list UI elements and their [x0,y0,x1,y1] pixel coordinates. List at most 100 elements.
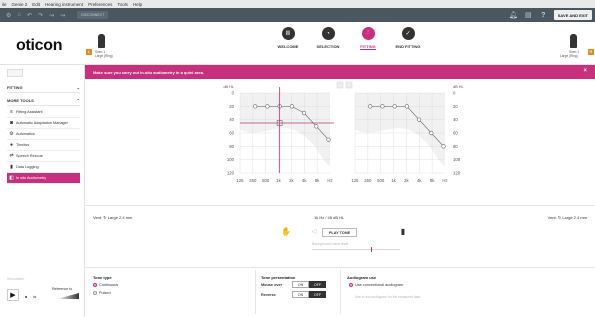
scroll-right-button [345,81,353,89]
ear-icon[interactable]: ✋ [281,226,291,236]
header: oticon L Siren 1 Large (Ring) Ⅲ WELCOME … [0,22,595,65]
right-device-tag: R [588,49,594,55]
selection-icon: ◔ [321,27,335,40]
mouse-over-off-button[interactable]: OFF [309,281,326,288]
end-fitting-icon: ✓ [401,27,415,40]
x-tick-label: 8k [315,178,320,183]
sidebar-item-label: Automatic Adaptation Manager [16,121,68,125]
stop-icon[interactable]: ■ [25,294,27,299]
play-tone-button[interactable]: PLAY TONE [322,228,357,237]
mouse-over-label: Mouse over [261,282,283,287]
arrow-alt-icon[interactable]: ↝ [60,12,65,19]
menu-edit[interactable]: Edit [32,2,40,7]
threshold-point [441,144,446,149]
unit-label: dB HL [453,85,464,89]
menu-file[interactable]: ile [2,2,7,7]
background-noise-slider[interactable] [312,249,400,250]
x-tick-label: 500 [262,178,270,183]
settings-panel: Tone type Continuous Pulsed Tone present… [85,267,595,317]
background-noise-handle[interactable] [371,247,372,252]
home-icon[interactable]: ⌂ [17,12,21,19]
sidebar-search-input[interactable] [7,69,23,77]
use-conventional-audiogram-radio[interactable]: Use conventional audiogram [349,283,403,287]
sidebar-section-more-tools[interactable]: MORE TOOLS ⌃ [7,95,80,106]
mouse-over-on-button[interactable]: ON [292,281,309,288]
y-tick-label: 40 [453,117,458,122]
menu-tools[interactable]: Tools [117,2,128,7]
disconnect-button[interactable]: DISCONNECT [77,11,109,19]
menu-genie[interactable]: Genie 2 [12,2,28,7]
document-icon[interactable]: ▤ [524,11,533,19]
threshold-point [265,104,270,109]
play-button[interactable]: ▶ [7,289,19,301]
threshold-point [253,104,258,109]
stimulation-placeholder: Stimulation [7,277,25,281]
y-tick-label: 0 [453,91,456,96]
y-tick-label: 80 [229,144,234,149]
hearing-aid-icon[interactable]: ▮ [398,226,408,236]
sidebar-item-data-logging[interactable]: ▮ Data Logging [7,162,80,173]
audiogram-right: 0 20 40 60 80 100 120 dB HL 125 250 500 1k 2k 4k 8k Hz [351,85,463,183]
tone-type-title: Tone type [93,275,112,280]
nav-welcome[interactable]: Ⅲ WELCOME [273,27,303,50]
y-tick-label: 100 [227,157,235,162]
threshold-point [416,117,422,122]
menu-hearing-instrument[interactable]: Hearing instrument [45,2,83,7]
fitting-section-label: FITTING [7,84,23,90]
threshold-point [380,104,385,109]
sidebar-item-automatics[interactable]: ⚙ Automatics [7,129,80,140]
sidebar-item-tinnitus[interactable]: ● Tinnitus [7,140,80,151]
nav-selection[interactable]: ◔ SELECTION [313,27,343,50]
vent-right: Vent: ↻ Large 2.4 mm [547,215,587,220]
x-tick-label: 8k [430,178,435,183]
tone-pulsed-radio[interactable]: Pulsed [93,291,111,295]
tone-continuous-radio[interactable]: Continuous [93,283,118,287]
save-and-exit-button[interactable]: SAVE AND EXIT [553,10,592,20]
radio-selected-icon [349,283,353,287]
y-tick-label: 60 [229,131,234,136]
sidebar-item-speech-rescue[interactable]: ⇌ Speech Rescue [7,151,80,162]
nav-end-fitting[interactable]: ✓ END FITTING [393,27,423,50]
tone-continuous-label: Continuous [99,283,119,287]
play-icon: ▶ [10,292,16,299]
x-tick-label: Hz [442,178,447,183]
nav-fitting-label: FITTING [360,44,376,50]
redo-icon[interactable]: ↷ [38,12,43,19]
threshold-point [404,104,409,109]
loop-icon[interactable]: ⇆ [33,294,36,299]
threshold-point [301,110,307,116]
device-left[interactable]: L Siren 1 Large (Ring) [86,29,126,61]
sidebar-item-in-situ-audiometry[interactable]: ◧ In situ Audiometry [7,173,80,184]
audiogram-svg[interactable]: 020406080100120dB HL125 250 500 1k 2k 4k 8k Hz0… [85,79,595,203]
y-tick-label: 120 [227,171,235,176]
nav-fitting[interactable]: ⫶ FITTING [353,27,383,50]
x-tick-label: 500 [377,178,385,183]
divider [340,270,341,314]
sidebar-section-fitting[interactable]: FITTING ⌄ [7,82,80,93]
sidebar-item-fitting-assistant[interactable]: ≡ Fitting Assistant [7,107,80,118]
bell-icon[interactable]: 🔔︎ [509,11,518,19]
frequency-level-readout: 1k Hz / 45 dB HL [314,215,345,220]
sidebar-item-automatic-adaptation-manager[interactable]: ◙ Automatic Adaptation Manager [7,118,80,129]
sidebar-item-label: In situ Audiometry [16,176,47,180]
undo-icon[interactable]: ↶ [27,12,32,19]
divider [255,270,256,314]
settings-icon[interactable]: ⚙ [6,12,11,19]
x-tick-label: 4k [417,178,422,183]
y-tick-label: 80 [453,144,458,149]
tone-control-panel: Vent: ↻ Large 2.4 mm 1k Hz / 45 dB HL Ve… [85,205,595,275]
tinnitus-icon: ● [9,142,14,148]
close-icon[interactable]: × [583,68,587,74]
arrow-icon[interactable]: ↝ [49,12,54,19]
menu-help[interactable]: Help [133,2,142,7]
menu-preferences[interactable]: Preferences [88,2,112,7]
help-icon[interactable]: ? [539,12,548,19]
reverse-on-button[interactable]: ON [292,291,309,298]
reverse-off-button[interactable]: OFF [309,291,326,298]
reference-level-slider[interactable] [57,293,79,299]
device-right[interactable]: R Siren 1 Large (Ring) [555,29,595,61]
right-device-size: Large (Ring) [560,54,578,58]
fitting-icon: ⫶ [361,27,375,40]
left-device-tag: L [86,49,92,55]
scroll-left-button [336,81,344,89]
